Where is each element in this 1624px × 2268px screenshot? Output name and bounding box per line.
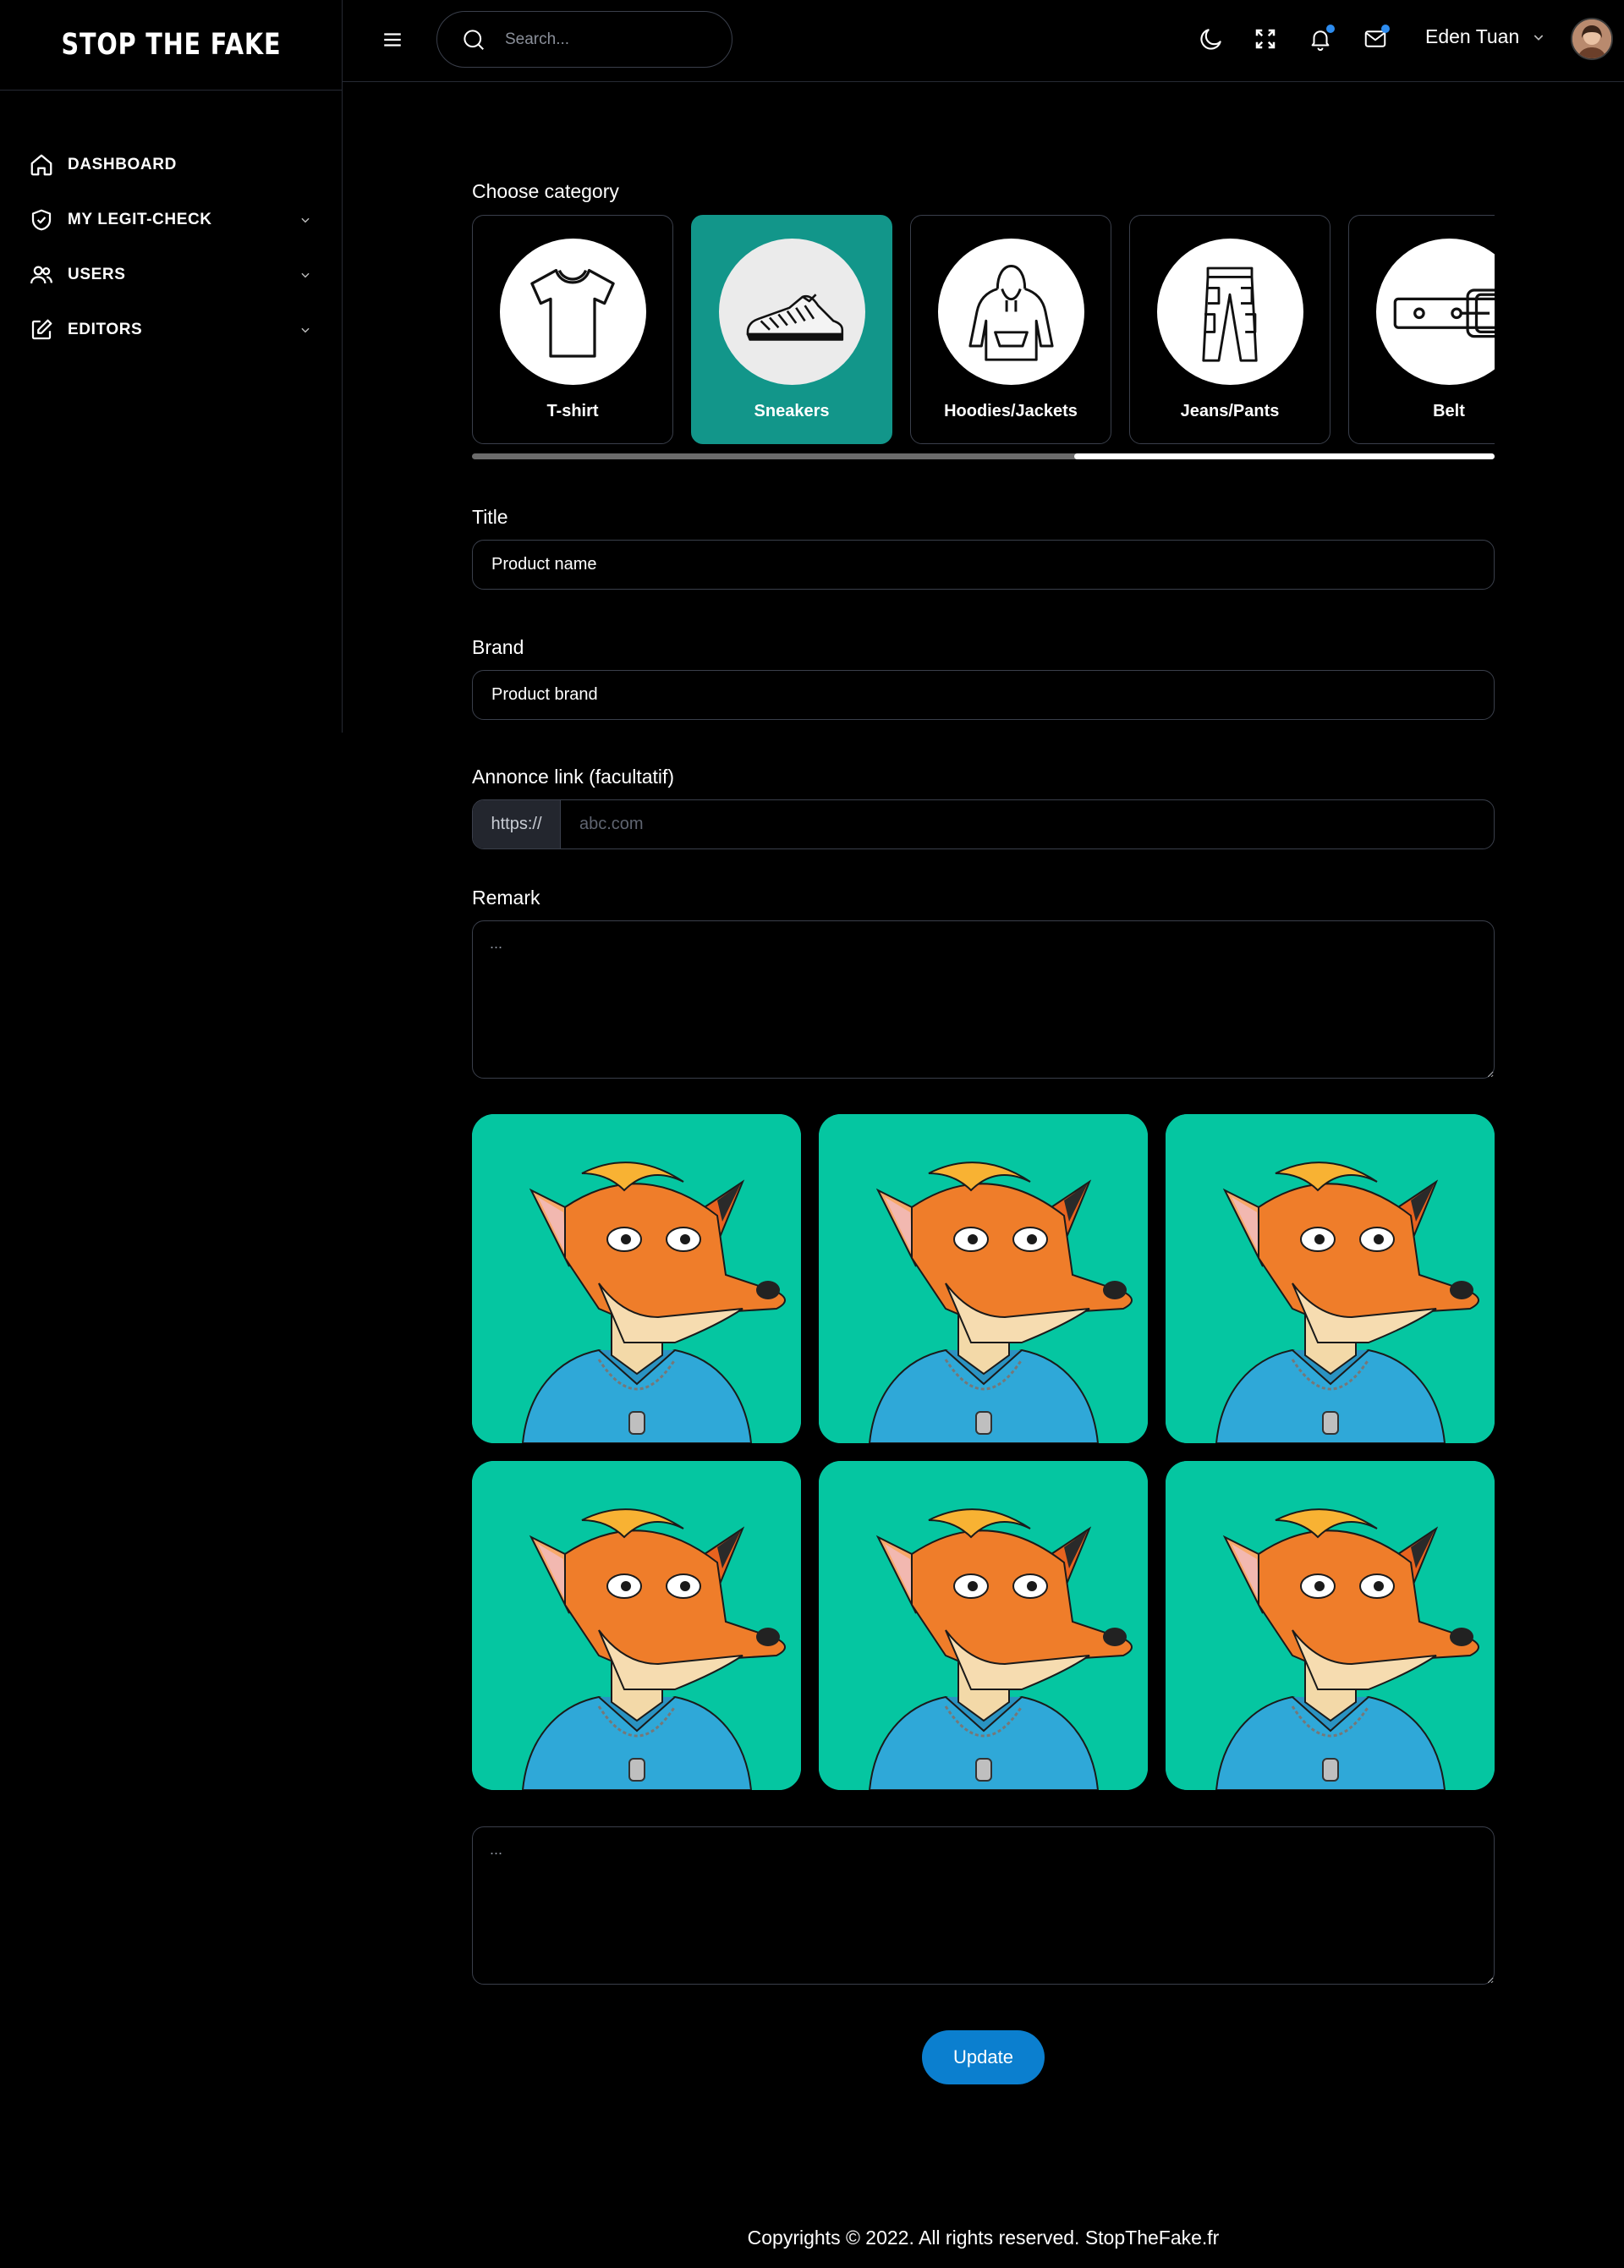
category-label: T-shirt <box>546 402 599 420</box>
top-header: Eden Tuan <box>343 0 1624 82</box>
chevron-down-icon <box>298 267 313 283</box>
uploaded-image[interactable] <box>819 1114 1148 1443</box>
moon-icon[interactable] <box>1197 25 1226 53</box>
sidebar-item-label: EDITORS <box>68 320 143 338</box>
sidebar-item-users[interactable]: USERS <box>0 247 342 302</box>
menu-icon[interactable] <box>381 29 403 51</box>
uploaded-image[interactable] <box>1166 1461 1495 1790</box>
avatar[interactable] <box>1571 18 1613 60</box>
brand-label: Brand <box>472 636 524 658</box>
edit-icon <box>28 316 55 343</box>
belt-icon <box>1375 239 1495 385</box>
uploaded-image[interactable] <box>472 1461 801 1790</box>
search-icon <box>461 27 486 52</box>
title-label: Title <box>472 506 508 528</box>
category-card-belt[interactable]: Belt <box>1348 215 1495 444</box>
sidebar-item-label: MY LEGIT-CHECK <box>68 210 212 228</box>
category-label: Choose category <box>472 180 619 202</box>
comment-textarea[interactable] <box>472 1826 1495 1985</box>
sidebar-item-label: USERS <box>68 265 126 283</box>
sidebar-item-my-legit-check[interactable]: MY LEGIT-CHECK <box>0 192 342 247</box>
remark-label: Remark <box>472 887 540 909</box>
link-prefix: https:// <box>473 800 561 848</box>
pants-icon <box>1156 239 1303 385</box>
sidebar-item-dashboard[interactable]: DASHBOARD <box>0 137 342 192</box>
category-scrollbar[interactable] <box>472 453 1495 459</box>
category-label: Hoodies/Jackets <box>944 402 1078 420</box>
uploaded-image[interactable] <box>1166 1114 1495 1443</box>
category-label: Jeans/Pants <box>1180 402 1280 420</box>
uploaded-image[interactable] <box>819 1461 1148 1790</box>
update-button[interactable]: Update <box>922 2030 1045 2084</box>
category-label: Belt <box>1433 402 1465 420</box>
mail-icon[interactable] <box>1361 25 1390 53</box>
search-box[interactable] <box>436 11 732 68</box>
uploaded-image[interactable] <box>472 1114 801 1443</box>
category-card-tshirt[interactable]: T-shirt <box>472 215 673 444</box>
category-card-pants[interactable]: Jeans/Pants <box>1129 215 1330 444</box>
sidebar: STOP THE FAKE DASHBOARD MY LEGIT-CHECK U… <box>0 0 343 733</box>
sneaker-icon <box>718 239 865 385</box>
category-carousel: T-shirt Sneakers Hoodies/Jackets Jeans/P… <box>472 215 1495 444</box>
category-label: Sneakers <box>754 402 830 420</box>
category-card-hoodies[interactable]: Hoodies/Jackets <box>910 215 1111 444</box>
tshirt-icon <box>499 239 646 385</box>
chevron-down-icon <box>298 212 313 228</box>
users-icon <box>28 261 55 288</box>
notification-dot <box>1326 25 1335 33</box>
notification-dot <box>1381 25 1390 33</box>
user-name[interactable]: Eden Tuan <box>1425 25 1519 48</box>
brand-input[interactable] <box>472 670 1495 720</box>
bell-icon[interactable] <box>1306 25 1335 53</box>
category-card-sneakers[interactable]: Sneakers <box>691 215 892 444</box>
chevron-down-icon[interactable] <box>1532 30 1549 47</box>
link-input[interactable] <box>561 800 1494 848</box>
scrollbar-thumb[interactable] <box>1074 453 1495 459</box>
sidebar-nav: DASHBOARD MY LEGIT-CHECK USERS EDITORS <box>0 91 342 357</box>
sidebar-item-label: DASHBOARD <box>68 155 177 173</box>
logo-area: STOP THE FAKE <box>0 0 342 91</box>
search-input[interactable] <box>505 30 691 49</box>
remark-textarea[interactable] <box>472 920 1495 1079</box>
footer-copyright: Copyrights © 2022. All rights reserved. … <box>747 2227 1220 2249</box>
image-grid <box>472 1114 1495 1790</box>
chevron-down-icon <box>298 322 313 338</box>
fullscreen-icon[interactable] <box>1251 25 1280 53</box>
shield-check-icon <box>28 206 55 233</box>
sidebar-item-editors[interactable]: EDITORS <box>0 302 342 357</box>
link-input-group: https:// <box>472 799 1495 849</box>
hoodie-icon <box>937 239 1084 385</box>
home-icon <box>28 151 55 178</box>
logo[interactable]: STOP THE FAKE <box>61 28 281 62</box>
title-input[interactable] <box>472 540 1495 590</box>
link-label: Annonce link (facultatif) <box>472 766 675 788</box>
